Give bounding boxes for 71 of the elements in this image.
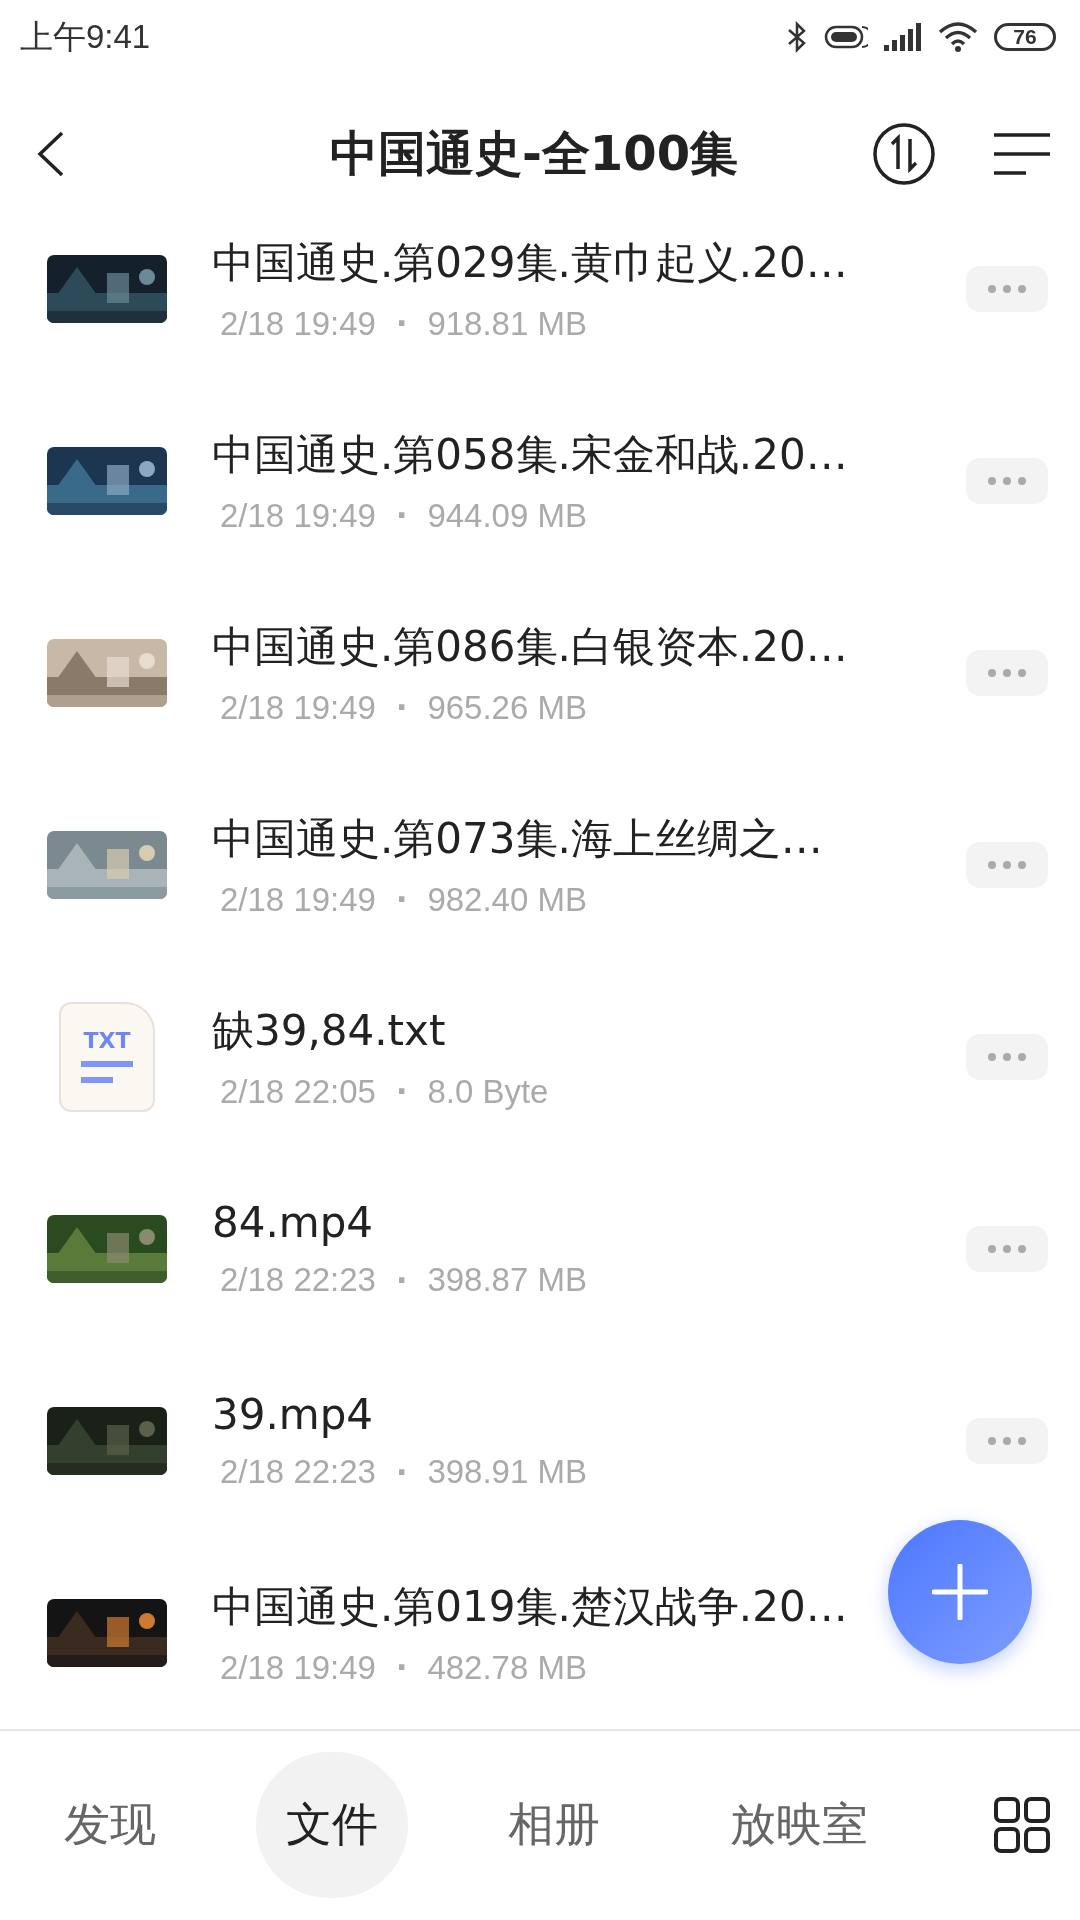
separator: · <box>396 1650 408 1686</box>
add-button[interactable] <box>888 1520 1032 1664</box>
ellipsis-icon <box>987 1051 1027 1062</box>
file-date: 2/18 22:23 <box>220 1261 376 1300</box>
file-date: 2/18 19:49 <box>220 1648 376 1687</box>
file-date: 2/18 19:49 <box>220 304 376 343</box>
file-name: 中国通史.第086集.白银资本.20… <box>212 620 849 673</box>
nav-tab[interactable]: 放映室 <box>700 1752 898 1899</box>
file-size: 944.09 MB <box>427 496 587 535</box>
bluetooth-icon <box>786 21 808 54</box>
signal-icon <box>884 23 922 52</box>
grid-icon[interactable] <box>994 1797 1050 1854</box>
sort-button[interactable] <box>872 121 936 186</box>
separator: · <box>396 498 408 534</box>
more-button[interactable] <box>966 649 1048 696</box>
file-row[interactable]: 84.mp4 2/18 22:23 · 398.87 MB <box>0 1152 1080 1345</box>
file-size: 918.81 MB <box>427 304 587 343</box>
nav-tab[interactable]: 文件 <box>256 1752 408 1899</box>
text-file-icon: TXT <box>59 1001 155 1112</box>
separator: · <box>396 882 408 918</box>
ellipsis-icon <box>987 667 1027 678</box>
ellipsis-icon <box>987 283 1027 294</box>
ellipsis-icon <box>987 859 1027 870</box>
status-time: 上午9:41 <box>20 16 151 57</box>
more-button[interactable] <box>966 265 1048 312</box>
file-row[interactable]: 中国通史.第019集.楚汉战争.20… 2/18 19:49 · 482.78 MB <box>0 1536 1080 1729</box>
file-name: 中国通史.第058集.宋金和战.20… <box>212 428 849 481</box>
more-button[interactable] <box>966 1225 1048 1272</box>
nav-tab[interactable]: 相册 <box>478 1752 630 1899</box>
file-size: 482.78 MB <box>427 1648 587 1687</box>
file-name: 84.mp4 <box>212 1198 375 1248</box>
file-name: 缺39,84.txt <box>212 1004 447 1057</box>
more-button[interactable] <box>966 841 1048 888</box>
plus-icon <box>932 1564 988 1620</box>
page-title: 中国通史-全100集 <box>328 123 740 183</box>
more-button[interactable] <box>966 1417 1048 1464</box>
file-row[interactable]: 中国通史.第073集.海上丝绸之… 2/18 19:49 · 982.40 MB <box>0 768 1080 961</box>
separator: · <box>396 1454 408 1490</box>
file-row[interactable]: 39.mp4 2/18 22:23 · 398.91 MB <box>0 1344 1080 1537</box>
ellipsis-icon <box>987 475 1027 486</box>
menu-button[interactable] <box>994 131 1050 176</box>
file-date: 2/18 19:49 <box>220 688 376 727</box>
file-date: 2/18 22:23 <box>220 1453 376 1492</box>
file-size: 982.40 MB <box>427 880 587 919</box>
file-date: 2/18 19:49 <box>220 496 376 535</box>
separator: · <box>396 690 408 726</box>
file-row[interactable]: 中国通史.第058集.宋金和战.20… 2/18 19:49 · 944.09 MB <box>0 384 1080 577</box>
more-button[interactable] <box>966 1033 1048 1080</box>
separator: · <box>396 1262 408 1298</box>
file-row[interactable]: 中国通史.第086集.白银资本.20… 2/18 19:49 · 965.26 MB <box>0 576 1080 769</box>
file-name: 39.mp4 <box>212 1390 375 1440</box>
file-size: 398.91 MB <box>427 1453 587 1492</box>
separator: · <box>396 306 408 342</box>
ellipsis-icon <box>987 1435 1027 1446</box>
file-row[interactable]: 中国通史.第029集.黄巾起义.20… 2/18 19:49 · 918.81 MB <box>0 192 1080 385</box>
file-date: 2/18 19:49 <box>220 880 376 919</box>
file-name: 中国通史.第029集.黄巾起义.20… <box>212 236 849 289</box>
separator: · <box>396 1074 408 1110</box>
file-name: 中国通史.第073集.海上丝绸之… <box>212 812 824 865</box>
file-size: 398.87 MB <box>427 1261 587 1300</box>
file-size: 965.26 MB <box>427 688 587 727</box>
file-size: 8.0 Byte <box>427 1072 549 1111</box>
more-button[interactable] <box>966 457 1048 504</box>
file-date: 2/18 22:05 <box>220 1072 376 1111</box>
nav-tab[interactable]: 发现 <box>34 1752 186 1899</box>
file-name: 中国通史.第019集.楚汉战争.20… <box>212 1580 849 1633</box>
ellipsis-icon <box>987 1243 1027 1254</box>
wifi-icon <box>938 22 978 53</box>
battery-indicator: 76 <box>994 23 1056 52</box>
back-button[interactable] <box>36 129 66 178</box>
file-row[interactable]: TXT 缺39,84.txt 2/18 22:05 · 8.0 Byte <box>0 960 1080 1153</box>
